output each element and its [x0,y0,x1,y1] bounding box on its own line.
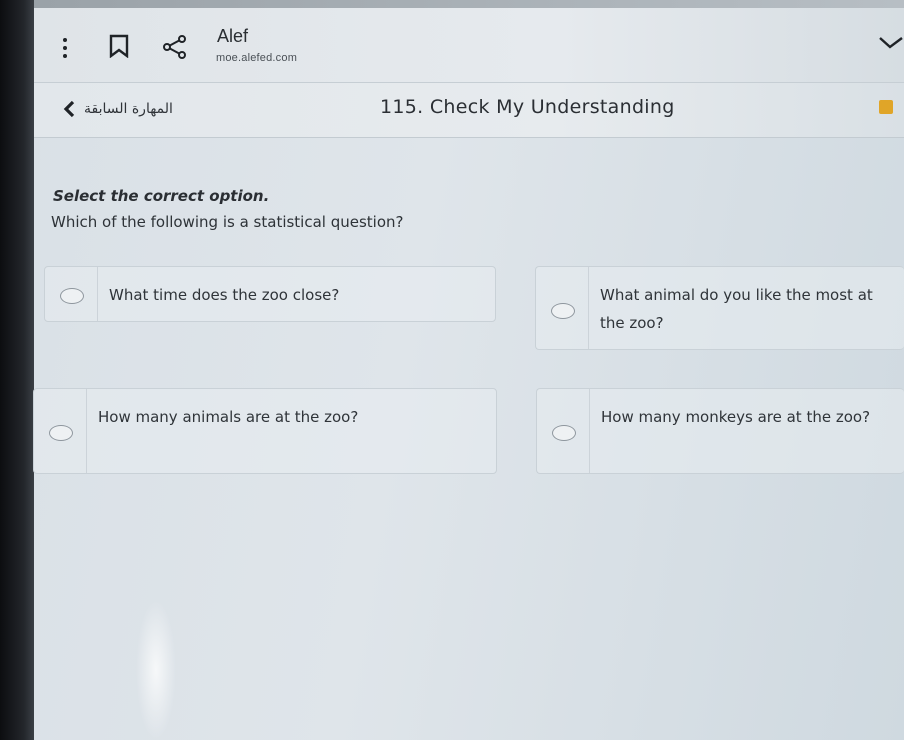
answer-option-label: What time does the zoo close? [109,286,340,304]
radio-button[interactable] [551,303,575,319]
app-url: moe.alefed.com [216,52,298,64]
answer-option-2[interactable]: What animal do you like the most at the … [535,266,904,350]
chevron-left-icon [63,100,75,118]
answer-option-3[interactable]: How many animals are at the zoo? [33,388,497,474]
radio-cell [537,389,590,473]
radio-button[interactable] [49,425,73,441]
lesson-title: 115. Check My Understanding [380,96,675,118]
vertical-dots-icon[interactable] [58,36,72,60]
radio-button[interactable] [552,425,576,441]
answer-option-1[interactable]: What time does the zoo close? [44,266,496,322]
radio-button[interactable] [60,288,84,304]
share-icon[interactable] [162,34,188,60]
status-strip [34,0,904,8]
instruction-text: Select the correct option. [53,187,270,205]
screen-glare [136,600,176,740]
answer-option-label: How many monkeys are at the zoo? [601,408,871,426]
device-bezel [0,0,34,740]
radio-cell [536,267,589,349]
previous-skill-label: المهارة السابقة [84,101,173,117]
chevron-down-icon[interactable] [878,34,904,52]
question-text: Which of the following is a statistical … [51,213,404,231]
answer-option-label: What animal do you like the most at the … [600,286,873,332]
radio-cell [34,389,87,473]
flag-icon[interactable] [879,100,893,114]
previous-skill-button[interactable]: المهارة السابقة [62,96,173,122]
bookmark-icon[interactable] [108,34,130,58]
app-title: Alef [217,26,249,46]
radio-cell [45,267,98,321]
answer-option-label: How many animals are at the zoo? [98,408,359,426]
answer-option-4[interactable]: How many monkeys are at the zoo? [536,388,904,474]
